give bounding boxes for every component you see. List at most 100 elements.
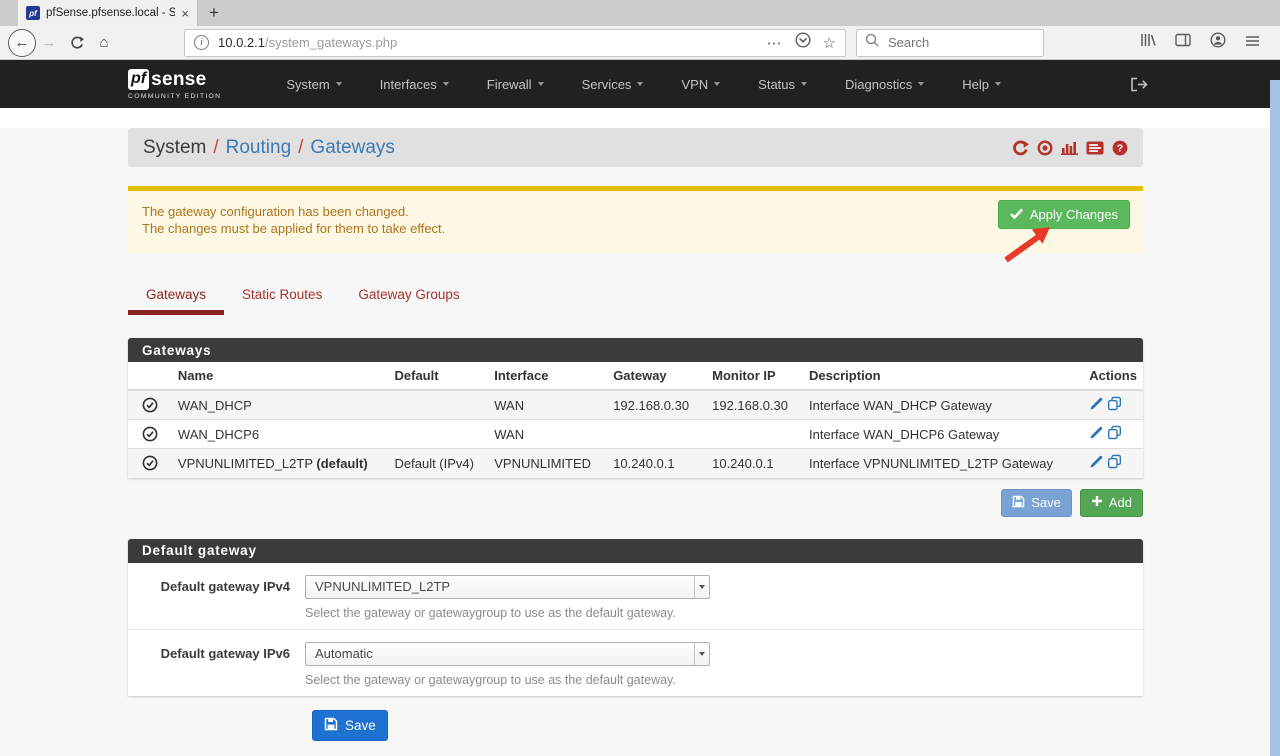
select-dropdown-icon xyxy=(694,576,709,598)
help-icon[interactable]: ? xyxy=(1112,140,1128,156)
alert-message-line1: The gateway configuration has been chang… xyxy=(142,203,1129,220)
description-column-header: Description xyxy=(803,362,1083,390)
urlbar-actions: ⋯ ☆ xyxy=(767,32,836,53)
save-order-button[interactable]: Save xyxy=(1001,489,1072,517)
bookmark-star-icon[interactable]: ☆ xyxy=(823,34,836,52)
new-tab-button[interactable]: + xyxy=(198,0,230,26)
nav-item-system[interactable]: System xyxy=(267,60,360,108)
copy-icon[interactable] xyxy=(1107,396,1122,414)
chevron-down-icon xyxy=(538,82,544,86)
gateway-online-icon xyxy=(134,455,166,471)
floppy-icon xyxy=(324,717,338,734)
tab-static-routes[interactable]: Static Routes xyxy=(224,280,340,315)
floppy-icon xyxy=(1012,495,1025,511)
browser-tab[interactable]: pf pfSense.pfsense.local - S × xyxy=(18,0,198,26)
gateway-description-cell: Interface VPNUNLIMITED_L2TP Gateway xyxy=(803,449,1083,478)
breadcrumb-gateways-link[interactable]: Gateways xyxy=(310,137,394,159)
logout-icon[interactable] xyxy=(1130,77,1148,92)
menu-hamburger-icon[interactable] xyxy=(1245,34,1260,52)
refresh-icon[interactable] xyxy=(1011,140,1029,156)
chevron-down-icon xyxy=(336,82,342,86)
search-input[interactable] xyxy=(886,34,1035,51)
nav-item-interfaces[interactable]: Interfaces xyxy=(361,60,468,108)
add-gateway-button[interactable]: Add xyxy=(1080,489,1143,517)
home-button[interactable]: ⌂ xyxy=(90,34,118,51)
table-actions-row: Save Add xyxy=(128,489,1143,517)
gateway-monitor-cell: 192.168.0.30 xyxy=(706,390,803,420)
breadcrumb-routing-link[interactable]: Routing xyxy=(226,137,292,159)
gateway-online-icon xyxy=(134,397,166,413)
nav-item-firewall[interactable]: Firewall xyxy=(468,60,563,108)
monitoring-chart-icon[interactable] xyxy=(1061,140,1078,155)
chevron-down-icon xyxy=(637,82,643,86)
select-dropdown-icon xyxy=(694,643,709,665)
default-gateway-ipv6-select[interactable]: Automatic xyxy=(305,642,710,666)
sidebar-toggle-icon[interactable] xyxy=(1175,33,1191,52)
library-icon[interactable] xyxy=(1140,33,1156,52)
reload-button[interactable] xyxy=(62,36,90,50)
default-gateway-ipv4-select[interactable]: VPNUNLIMITED_L2TP xyxy=(305,575,710,599)
plus-icon xyxy=(1091,495,1103,510)
pf-logo-text: sense xyxy=(151,69,206,91)
nav-item-services[interactable]: Services xyxy=(563,60,663,108)
gateways-table: Name Default Interface Gateway Monitor I… xyxy=(128,362,1143,478)
default-gateway-ipv6-label: Default gateway IPv6 xyxy=(128,642,290,687)
edit-pencil-icon[interactable] xyxy=(1089,425,1104,443)
page-actions-icon[interactable]: ⋯ xyxy=(767,34,783,52)
apply-changes-button[interactable]: Apply Changes xyxy=(998,200,1130,229)
nav-item-diagnostics[interactable]: Diagnostics xyxy=(826,60,943,108)
routing-tabs: Gateways Static Routes Gateway Groups xyxy=(128,280,1143,315)
gateway-default-cell: Default (IPv4) xyxy=(389,449,489,478)
search-bar[interactable] xyxy=(856,29,1044,57)
back-button[interactable]: ← xyxy=(8,29,36,57)
pfsense-navbar: pf sense COMMUNITY EDITION System Interf… xyxy=(0,60,1280,108)
gateway-default-cell xyxy=(389,390,489,420)
tab-gateway-groups[interactable]: Gateway Groups xyxy=(340,280,477,315)
breadcrumb-root: System xyxy=(143,137,206,159)
interface-column-header: Interface xyxy=(488,362,607,390)
gateway-interface-cell: VPNUNLIMITED xyxy=(488,449,607,478)
pfsense-logo[interactable]: pf sense COMMUNITY EDITION xyxy=(128,69,221,100)
nav-item-status[interactable]: Status xyxy=(739,60,826,108)
actions-column-header: Actions xyxy=(1083,362,1143,390)
default-gateway-ipv4-help: Select the gateway or gatewaygroup to us… xyxy=(305,606,710,620)
nav-item-vpn[interactable]: VPN xyxy=(662,60,739,108)
gateway-description-cell: Interface WAN_DHCP Gateway xyxy=(803,390,1083,420)
gateway-monitor-cell xyxy=(706,420,803,449)
gateway-description-cell: Interface WAN_DHCP6 Gateway xyxy=(803,420,1083,449)
default-gateway-panel-title: Default gateway xyxy=(128,539,1143,563)
log-list-icon[interactable] xyxy=(1086,141,1104,155)
table-row: WAN_DHCP WAN 192.168.0.30 192.168.0.30 I… xyxy=(128,390,1143,420)
check-icon xyxy=(1010,207,1023,222)
nav-menu: System Interfaces Firewall Services VPN … xyxy=(267,60,1020,108)
edit-pencil-icon[interactable] xyxy=(1089,396,1104,414)
chevron-down-icon xyxy=(443,82,449,86)
gateway-name-cell: WAN_DHCP xyxy=(172,390,389,420)
url-path: /system_gateways.php xyxy=(265,35,397,50)
close-tab-icon[interactable]: × xyxy=(181,7,189,20)
address-bar[interactable]: i 10.0.2.1/system_gateways.php ⋯ ☆ xyxy=(184,29,846,57)
forward-button[interactable]: → xyxy=(36,34,62,51)
pocket-icon[interactable] xyxy=(795,32,811,53)
tab-gateways[interactable]: Gateways xyxy=(128,280,224,315)
toolbar-right-icons xyxy=(1140,32,1260,53)
status-column-header xyxy=(128,362,172,390)
default-gateway-ipv4-label: Default gateway IPv4 xyxy=(128,575,290,620)
account-icon[interactable] xyxy=(1210,32,1226,53)
status-circle-icon[interactable] xyxy=(1037,140,1053,156)
default-gateway-ipv6-help: Select the gateway or gatewaygroup to us… xyxy=(305,673,710,687)
copy-icon[interactable] xyxy=(1107,454,1122,472)
scrollbar[interactable] xyxy=(1270,80,1280,756)
nav-item-help[interactable]: Help xyxy=(943,60,1020,108)
monitor-ip-column-header: Monitor IP xyxy=(706,362,803,390)
browser-tab-bar: pf pfSense.pfsense.local - S × + xyxy=(0,0,1280,26)
site-info-icon[interactable]: i xyxy=(194,35,209,50)
chevron-down-icon xyxy=(714,82,720,86)
chevron-down-icon xyxy=(801,82,807,86)
gateway-monitor-cell: 10.240.0.1 xyxy=(706,449,803,478)
community-edition-label: COMMUNITY EDITION xyxy=(128,93,221,100)
name-column-header: Name xyxy=(172,362,389,390)
page-body: System / Routing / Gateways ? The gatewa… xyxy=(0,128,1280,756)
copy-icon[interactable] xyxy=(1107,425,1122,443)
edit-pencil-icon[interactable] xyxy=(1089,454,1104,472)
